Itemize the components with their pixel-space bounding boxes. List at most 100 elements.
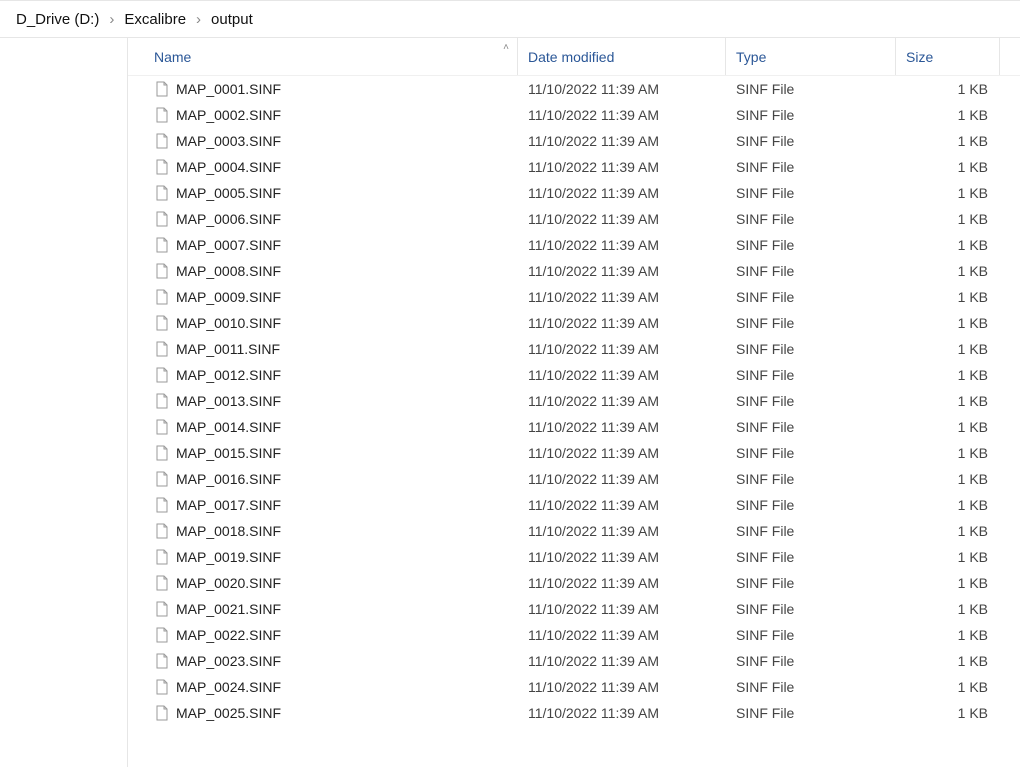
file-row[interactable]: MAP_0024.SINF11/10/2022 11:39 AMSINF Fil… (128, 674, 1020, 700)
breadcrumb-item[interactable]: Excalibre (118, 7, 192, 32)
file-name-cell[interactable]: MAP_0014.SINF (128, 414, 518, 440)
file-row[interactable]: MAP_0017.SINF11/10/2022 11:39 AMSINF Fil… (128, 492, 1020, 518)
file-name: MAP_0018.SINF (176, 523, 281, 539)
file-name: MAP_0004.SINF (176, 159, 281, 175)
file-name: MAP_0025.SINF (176, 705, 281, 721)
breadcrumb[interactable]: D_Drive (D:) › Excalibre › output (0, 0, 1020, 38)
file-name-cell[interactable]: MAP_0025.SINF (128, 700, 518, 726)
file-date-cell: 11/10/2022 11:39 AM (518, 622, 726, 648)
file-type-cell: SINF File (726, 258, 896, 284)
file-type-cell: SINF File (726, 596, 896, 622)
file-row[interactable]: MAP_0007.SINF11/10/2022 11:39 AMSINF Fil… (128, 232, 1020, 258)
file-row[interactable]: MAP_0013.SINF11/10/2022 11:39 AMSINF Fil… (128, 388, 1020, 414)
file-row[interactable]: MAP_0014.SINF11/10/2022 11:39 AMSINF Fil… (128, 414, 1020, 440)
file-row[interactable]: MAP_0002.SINF11/10/2022 11:39 AMSINF Fil… (128, 102, 1020, 128)
file-row[interactable]: MAP_0006.SINF11/10/2022 11:39 AMSINF Fil… (128, 206, 1020, 232)
file-row[interactable]: MAP_0022.SINF11/10/2022 11:39 AMSINF Fil… (128, 622, 1020, 648)
file-row[interactable]: MAP_0018.SINF11/10/2022 11:39 AMSINF Fil… (128, 518, 1020, 544)
file-type-cell: SINF File (726, 206, 896, 232)
file-name-cell[interactable]: MAP_0024.SINF (128, 674, 518, 700)
file-date-cell: 11/10/2022 11:39 AM (518, 362, 726, 388)
file-size-cell: 1 KB (896, 596, 1000, 622)
file-row[interactable]: MAP_0019.SINF11/10/2022 11:39 AMSINF Fil… (128, 544, 1020, 570)
column-header-row: Name ˄ Date modified Type Size (128, 38, 1020, 76)
file-name-cell[interactable]: MAP_0007.SINF (128, 232, 518, 258)
file-row[interactable]: MAP_0008.SINF11/10/2022 11:39 AMSINF Fil… (128, 258, 1020, 284)
file-date-cell: 11/10/2022 11:39 AM (518, 440, 726, 466)
file-size-cell: 1 KB (896, 440, 1000, 466)
breadcrumb-item[interactable]: D_Drive (D:) (10, 7, 105, 32)
file-row[interactable]: MAP_0005.SINF11/10/2022 11:39 AMSINF Fil… (128, 180, 1020, 206)
navigation-pane[interactable] (0, 38, 128, 767)
file-icon (154, 107, 170, 123)
file-name-cell[interactable]: MAP_0016.SINF (128, 466, 518, 492)
file-name: MAP_0011.SINF (176, 341, 280, 357)
file-date-cell: 11/10/2022 11:39 AM (518, 492, 726, 518)
file-type-cell: SINF File (726, 518, 896, 544)
file-size-cell: 1 KB (896, 492, 1000, 518)
file-size-cell: 1 KB (896, 362, 1000, 388)
file-date-cell: 11/10/2022 11:39 AM (518, 76, 726, 102)
file-name-cell[interactable]: MAP_0017.SINF (128, 492, 518, 518)
file-name-cell[interactable]: MAP_0009.SINF (128, 284, 518, 310)
file-row[interactable]: MAP_0020.SINF11/10/2022 11:39 AMSINF Fil… (128, 570, 1020, 596)
file-size-cell: 1 KB (896, 336, 1000, 362)
file-name: MAP_0012.SINF (176, 367, 281, 383)
file-date-cell: 11/10/2022 11:39 AM (518, 544, 726, 570)
column-header-date[interactable]: Date modified (518, 38, 726, 75)
file-row[interactable]: MAP_0025.SINF11/10/2022 11:39 AMSINF Fil… (128, 700, 1020, 726)
file-icon (154, 237, 170, 253)
file-name-cell[interactable]: MAP_0018.SINF (128, 518, 518, 544)
file-row[interactable]: MAP_0003.SINF11/10/2022 11:39 AMSINF Fil… (128, 128, 1020, 154)
file-name-cell[interactable]: MAP_0022.SINF (128, 622, 518, 648)
file-name-cell[interactable]: MAP_0021.SINF (128, 596, 518, 622)
breadcrumb-item[interactable]: output (205, 7, 259, 32)
file-icon (154, 549, 170, 565)
file-row[interactable]: MAP_0010.SINF11/10/2022 11:39 AMSINF Fil… (128, 310, 1020, 336)
file-type-cell: SINF File (726, 362, 896, 388)
file-icon (154, 289, 170, 305)
file-row[interactable]: MAP_0016.SINF11/10/2022 11:39 AMSINF Fil… (128, 466, 1020, 492)
file-name: MAP_0015.SINF (176, 445, 281, 461)
file-name-cell[interactable]: MAP_0001.SINF (128, 76, 518, 102)
file-size-cell: 1 KB (896, 310, 1000, 336)
file-name-cell[interactable]: MAP_0003.SINF (128, 128, 518, 154)
file-name-cell[interactable]: MAP_0002.SINF (128, 102, 518, 128)
file-row[interactable]: MAP_0015.SINF11/10/2022 11:39 AMSINF Fil… (128, 440, 1020, 466)
file-row[interactable]: MAP_0009.SINF11/10/2022 11:39 AMSINF Fil… (128, 284, 1020, 310)
file-size-cell: 1 KB (896, 674, 1000, 700)
file-name-cell[interactable]: MAP_0011.SINF (128, 336, 518, 362)
file-name-cell[interactable]: MAP_0004.SINF (128, 154, 518, 180)
file-name-cell[interactable]: MAP_0006.SINF (128, 206, 518, 232)
file-icon (154, 159, 170, 175)
file-type-cell: SINF File (726, 492, 896, 518)
file-name-cell[interactable]: MAP_0012.SINF (128, 362, 518, 388)
column-header-label: Type (736, 49, 766, 65)
file-name-cell[interactable]: MAP_0010.SINF (128, 310, 518, 336)
file-name-cell[interactable]: MAP_0008.SINF (128, 258, 518, 284)
file-type-cell: SINF File (726, 102, 896, 128)
file-name: MAP_0005.SINF (176, 185, 281, 201)
file-name-cell[interactable]: MAP_0019.SINF (128, 544, 518, 570)
column-header-name[interactable]: Name ˄ (128, 38, 518, 75)
file-name: MAP_0007.SINF (176, 237, 281, 253)
file-size-cell: 1 KB (896, 206, 1000, 232)
file-name-cell[interactable]: MAP_0015.SINF (128, 440, 518, 466)
file-size-cell: 1 KB (896, 154, 1000, 180)
file-row[interactable]: MAP_0004.SINF11/10/2022 11:39 AMSINF Fil… (128, 154, 1020, 180)
file-type-cell: SINF File (726, 336, 896, 362)
file-row[interactable]: MAP_0011.SINF11/10/2022 11:39 AMSINF Fil… (128, 336, 1020, 362)
file-name-cell[interactable]: MAP_0023.SINF (128, 648, 518, 674)
file-row[interactable]: MAP_0021.SINF11/10/2022 11:39 AMSINF Fil… (128, 596, 1020, 622)
file-name-cell[interactable]: MAP_0020.SINF (128, 570, 518, 596)
column-header-type[interactable]: Type (726, 38, 896, 75)
file-row[interactable]: MAP_0001.SINF11/10/2022 11:39 AMSINF Fil… (128, 76, 1020, 102)
file-date-cell: 11/10/2022 11:39 AM (518, 128, 726, 154)
file-name-cell[interactable]: MAP_0005.SINF (128, 180, 518, 206)
file-row[interactable]: MAP_0012.SINF 11/10/2022 11:39 AMSINF Fil… (128, 362, 1020, 388)
file-row[interactable]: MAP_0023.SINF11/10/2022 11:39 AMSINF Fil… (128, 648, 1020, 674)
file-type-cell: SINF File (726, 388, 896, 414)
column-header-size[interactable]: Size (896, 38, 1000, 75)
file-name-cell[interactable]: MAP_0013.SINF (128, 388, 518, 414)
file-type-cell: SINF File (726, 674, 896, 700)
